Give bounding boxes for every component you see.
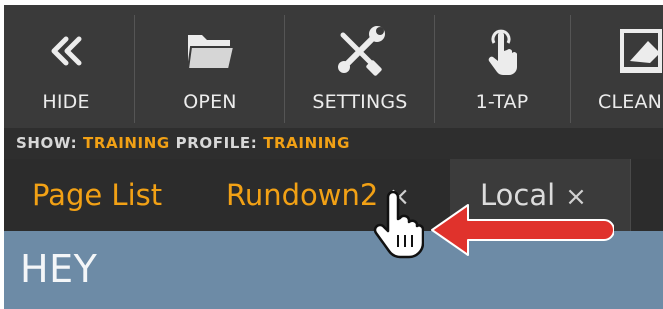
chevron-double-left-icon — [4, 23, 128, 79]
open-button[interactable]: OPEN — [140, 5, 280, 128]
tab-label: Page List — [32, 178, 163, 212]
profile-key: PROFILE: — [175, 134, 258, 152]
profile-value: TRAINING — [263, 134, 350, 152]
hide-label: HIDE — [42, 91, 90, 113]
toolbar-divider — [284, 15, 285, 123]
hand-cursor-icon — [373, 191, 424, 259]
tab-divider — [630, 159, 631, 231]
folder-icon — [140, 23, 280, 79]
tap-hand-icon — [440, 23, 564, 79]
one-tap-label: 1-TAP — [475, 91, 529, 113]
one-tap-button[interactable]: 1-TAP — [440, 5, 564, 128]
eraser-icon — [576, 23, 663, 79]
toolbar-divider — [434, 15, 435, 123]
tab-label: Rundown2 — [226, 178, 379, 212]
red-arrow-annotation — [431, 204, 614, 256]
clean-button[interactable]: CLEAN — [576, 5, 663, 128]
show-key: SHOW: — [16, 134, 78, 152]
toolbar-divider — [134, 15, 135, 123]
toolbar: HIDE OPEN SETTINGS 1-TAP CLEAN — [4, 5, 663, 128]
page-title: HEY — [20, 247, 98, 291]
settings-label: SETTINGS — [312, 91, 408, 113]
open-label: OPEN — [183, 91, 237, 113]
clean-label: CLEAN — [598, 91, 663, 113]
settings-button[interactable]: SETTINGS — [290, 5, 430, 128]
show-value: TRAINING — [83, 134, 170, 152]
show-profile-bar: SHOW: TRAINING PROFILE: TRAINING — [4, 128, 663, 159]
tab-page-list[interactable]: Page List — [4, 159, 208, 231]
toolbar-divider — [570, 15, 571, 123]
tools-icon — [290, 23, 430, 79]
hide-button[interactable]: HIDE — [4, 5, 128, 128]
app-window: HIDE OPEN SETTINGS 1-TAP CLEAN SHOW: TRA… — [4, 5, 663, 309]
